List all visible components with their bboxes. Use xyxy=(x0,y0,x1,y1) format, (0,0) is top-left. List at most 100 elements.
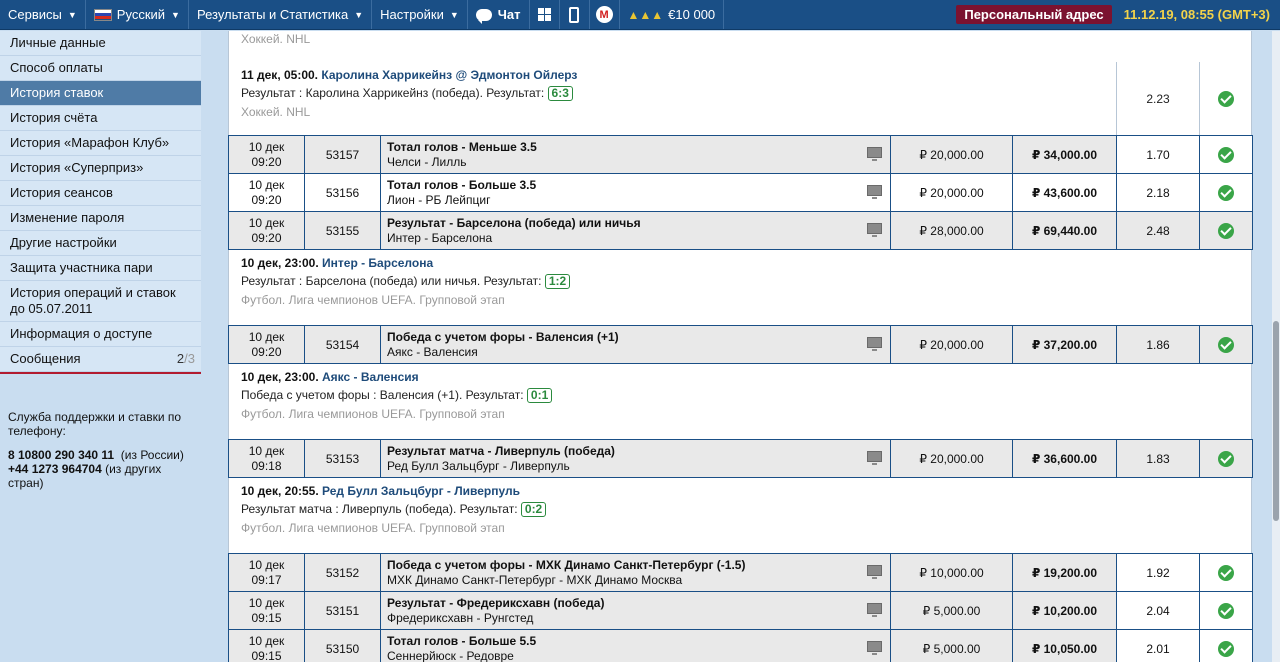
personal-address-button[interactable]: Персональный адрес xyxy=(956,5,1112,24)
bet-match: МХК Динамо Санкт-Петербург - МХК Динамо … xyxy=(387,572,683,587)
sidebar-item-marathon-club-history[interactable]: История «Марафон Клуб» xyxy=(0,131,201,156)
balance-display[interactable]: ▲▲▲ €10 000 xyxy=(620,0,725,29)
sidebar-item-superprize-history[interactable]: История «Суперприз» xyxy=(0,156,201,181)
event-teams-link[interactable]: Каролина Харрикейнз @ Эдмонтон Ойлерз xyxy=(321,68,577,82)
event-result-block: 10 дек, 20:55. Ред Булл Зальцбург - Ливе… xyxy=(228,478,1252,553)
bet-stake: ₽ 20,000.00 xyxy=(890,173,1013,212)
account-menu: Личные данные Способ оплаты История став… xyxy=(0,31,201,374)
bet-status xyxy=(1199,629,1253,662)
mobile-app-button[interactable] xyxy=(560,0,590,29)
table-row[interactable]: 10 дек 09:15 53151 Результат - Фредериксх… xyxy=(228,591,1253,630)
event-title: 11 дек, 05:00. Каролина Харрикейнз @ Эдм… xyxy=(241,68,1104,82)
check-circle-icon xyxy=(1218,640,1234,657)
bet-description: Тотал голов - Больше 5.5 Сеннерйюск - Ред… xyxy=(380,629,891,662)
monitor-icon[interactable] xyxy=(867,147,882,161)
event-title: 10 дек, 23:00. Аякс - Валенсия xyxy=(241,370,1239,384)
messages-count: 2/3 xyxy=(177,351,195,367)
bet-date: 10 дек 09:20 xyxy=(228,325,305,364)
monitor-icon[interactable] xyxy=(867,603,882,617)
settings-menu[interactable]: Настройки ▼ xyxy=(372,0,468,29)
chat-button[interactable]: Чат xyxy=(468,0,530,29)
bet-date-day: 10 дек xyxy=(248,177,285,192)
sidebar-item-change-password[interactable]: Изменение пароля xyxy=(0,206,201,231)
support-title: Служба поддержки и ставки по телефону: xyxy=(8,410,182,438)
sidebar-item-payment-method[interactable]: Способ оплаты xyxy=(0,56,201,81)
bet-winnings: ₽ 37,200.00 xyxy=(1012,325,1117,364)
bet-number: 53157 xyxy=(304,135,381,174)
table-row[interactable]: 10 дек 09:20 53157 Тотал голов - Меньше 3… xyxy=(228,135,1253,174)
bet-match: Челси - Лилль xyxy=(387,154,467,169)
check-circle-icon xyxy=(1218,450,1234,467)
language-menu[interactable]: Русский ▼ xyxy=(86,0,189,29)
bet-date: 10 дек 09:15 xyxy=(228,629,305,662)
support-phone-russia-note: (из России) xyxy=(120,448,184,462)
bet-status xyxy=(1199,439,1253,478)
bet-date-time: 09:15 xyxy=(251,610,282,625)
sidebar-item-old-history[interactable]: История операций и ставок до 05.07.2011 xyxy=(0,281,201,322)
sidebar-item-bet-history[interactable]: История ставок xyxy=(0,81,201,106)
bet-date-day: 10 дек xyxy=(248,215,285,230)
table-row[interactable]: 10 дек 09:20 53154 Победа с учетом форы -… xyxy=(228,325,1253,364)
bets-table-group-3: 10 дек 09:18 53153 Результат матча - Ливе… xyxy=(228,439,1253,478)
bet-market: Результат - Фредериксхавн (победа) xyxy=(387,595,605,610)
bet-odds: 1.86 xyxy=(1116,325,1200,364)
marathon-logo-button[interactable]: M xyxy=(590,0,620,29)
event-teams-link[interactable]: Интер - Барселона xyxy=(322,256,433,270)
bet-status xyxy=(1199,211,1253,250)
event-teams-link[interactable]: Ред Булл Зальцбург - Ливерпуль xyxy=(322,484,520,498)
monitor-icon[interactable] xyxy=(867,185,882,199)
monitor-icon[interactable] xyxy=(867,565,882,579)
monitor-icon[interactable] xyxy=(867,641,882,655)
table-row[interactable]: 10 дек 09:17 53152 Победа с учетом форы -… xyxy=(228,553,1253,592)
services-menu[interactable]: Сервисы ▼ xyxy=(0,0,86,29)
monitor-icon[interactable] xyxy=(867,451,882,465)
bet-date: 10 дек 09:15 xyxy=(228,591,305,630)
chevron-down-icon: ▼ xyxy=(354,9,364,20)
russia-flag-icon xyxy=(93,8,112,21)
bet-date-day: 10 дек xyxy=(248,139,285,154)
services-label: Сервисы xyxy=(8,7,62,22)
bet-date-day: 10 дек xyxy=(248,595,285,610)
check-circle-icon xyxy=(1218,602,1234,619)
check-circle-icon xyxy=(1218,222,1234,239)
event-teams-link[interactable]: Аякс - Валенсия xyxy=(322,370,419,384)
results-statistics-menu[interactable]: Результаты и Статистика ▼ xyxy=(189,0,373,29)
bet-number: 53153 xyxy=(304,439,381,478)
event-status xyxy=(1199,62,1252,135)
settings-label: Настройки xyxy=(380,7,444,22)
sidebar-item-other-settings[interactable]: Другие настройки xyxy=(0,231,201,256)
event-league: Футбол. Лига чемпионов UEFA. Групповой э… xyxy=(241,407,505,421)
event-result-block: 10 дек, 23:00. Интер - Барселона Результ… xyxy=(228,250,1252,325)
table-row[interactable]: 10 дек 09:18 53153 Результат матча - Ливе… xyxy=(228,439,1253,478)
sidebar-item-messages[interactable]: Сообщения 2/3 xyxy=(0,347,201,372)
bet-date-time: 09:18 xyxy=(251,458,282,473)
table-row[interactable]: 10 дек 09:20 53155 Результат - Барселона … xyxy=(228,211,1253,250)
sidebar-item-account-history[interactable]: История счёта xyxy=(0,106,201,131)
messages-total-count: /3 xyxy=(184,351,195,366)
bet-number: 53152 xyxy=(304,553,381,592)
event-result: Результат : Барселона (победа) или ничья… xyxy=(241,274,1239,289)
event-odds: 2.23 xyxy=(1116,62,1199,135)
bet-date: 10 дек 09:20 xyxy=(228,135,305,174)
bet-winnings: ₽ 36,600.00 xyxy=(1012,439,1117,478)
event-title: 10 дек, 23:00. Интер - Барселона xyxy=(241,256,1239,270)
sidebar-item-session-history[interactable]: История сеансов xyxy=(0,181,201,206)
bet-description: Тотал голов - Меньше 3.5 Челси - Лилль xyxy=(380,135,891,174)
scrollbar-thumb[interactable] xyxy=(1273,321,1279,521)
vertical-scrollbar[interactable] xyxy=(1272,31,1280,662)
monitor-icon[interactable] xyxy=(867,337,882,351)
event-details: 11 дек, 05:00. Каролина Харрикейнз @ Эдм… xyxy=(229,62,1116,135)
sidebar-item-bettor-protection[interactable]: Защита участника пари xyxy=(0,256,201,281)
bet-match: Аякс - Валенсия xyxy=(387,344,478,359)
bet-date: 10 дек 09:17 xyxy=(228,553,305,592)
table-row[interactable]: 10 дек 09:20 53156 Тотал голов - Больше 3… xyxy=(228,173,1253,212)
bet-date-time: 09:20 xyxy=(251,230,282,245)
windows-app-button[interactable] xyxy=(530,0,560,29)
check-circle-icon xyxy=(1218,336,1234,353)
sidebar-item-access-info[interactable]: Информация о доступе xyxy=(0,322,201,347)
monitor-icon[interactable] xyxy=(867,223,882,237)
table-row[interactable]: 10 дек 09:15 53150 Тотал голов - Больше 5… xyxy=(228,629,1253,662)
sidebar-item-personal-data[interactable]: Личные данные xyxy=(0,31,201,56)
bet-odds: 2.18 xyxy=(1116,173,1200,212)
event-league: Хоккей. NHL xyxy=(241,105,311,119)
